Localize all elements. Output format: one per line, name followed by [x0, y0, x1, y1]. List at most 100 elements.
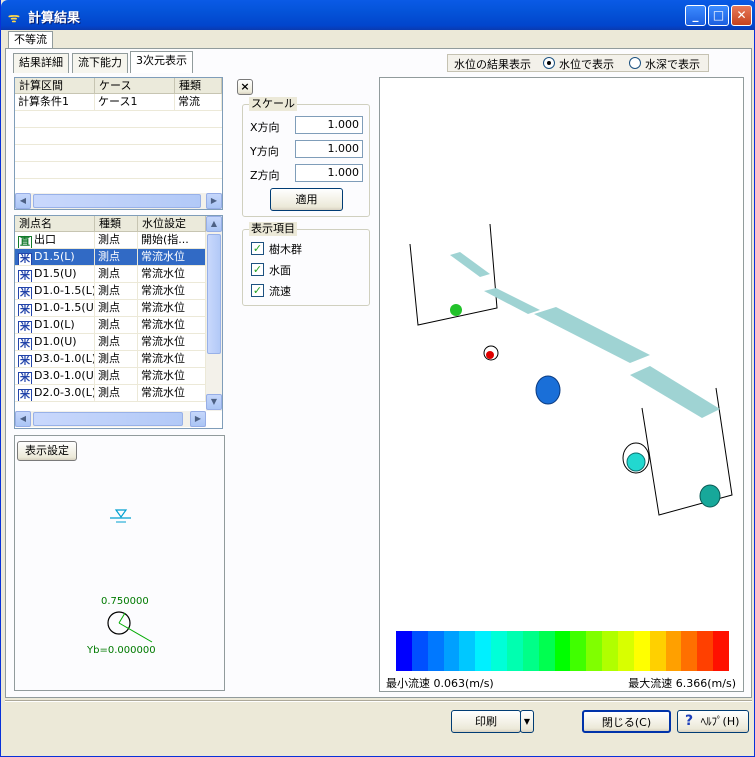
minimize-button[interactable]: _ — [685, 5, 706, 26]
tab-flow-capacity[interactable]: 流下能力 — [72, 53, 128, 73]
point-kind-cell: 測点 — [95, 385, 138, 402]
help-button[interactable]: ? ﾍﾙﾌﾟ(H) — [677, 710, 749, 733]
legend-swatch — [491, 631, 508, 671]
point-name-cell: 直出口 — [15, 232, 95, 249]
y-scale-input[interactable]: 1.000 — [295, 140, 363, 158]
cond-cell-case: ケース1 — [95, 94, 175, 111]
radio-show-by-level[interactable] — [543, 57, 555, 69]
point-name-cell: 米 D1.0-1.5(L) — [15, 283, 95, 300]
apply-button[interactable]: 適用 — [270, 188, 343, 211]
legend-swatch — [459, 631, 476, 671]
water-surface-1 — [450, 252, 490, 277]
diameter-label: 0.750000 — [101, 596, 149, 607]
point-name-label: D1.0-1.5(L) — [34, 284, 95, 297]
cond-cell-section: 計算条件1 — [15, 94, 95, 111]
point-name-cell: 米 D3.0-1.0(U) — [15, 368, 95, 385]
col-header-type[interactable]: 種類 — [175, 78, 222, 94]
radio-show-by-depth[interactable] — [629, 57, 641, 69]
legend-swatch — [649, 631, 666, 671]
legend-swatch — [602, 631, 619, 671]
legend-swatch — [396, 631, 412, 671]
point-setting-cell: 常流水位 — [138, 351, 206, 368]
velocity-color-legend — [396, 631, 730, 671]
point-kind-cell: 測点 — [95, 351, 138, 368]
point-name-cell: 米 D3.0-1.0(L) — [15, 351, 95, 368]
3d-scene[interactable] — [380, 78, 743, 691]
point-name-label: D3.0-1.0(L) — [34, 352, 95, 365]
print-dropdown-icon[interactable]: ▼ — [520, 710, 534, 733]
legend-swatch — [475, 631, 492, 671]
measurement-point-icon: 米 — [18, 372, 32, 384]
maximize-button[interactable]: □ — [708, 5, 729, 26]
water-surface-4 — [630, 366, 720, 418]
display-items-title: 表示項目 — [249, 222, 297, 236]
point-kind-cell: 測点 — [95, 334, 138, 351]
point-name-cell: 米 D1.0(U) — [15, 334, 95, 351]
help-icon: ? — [685, 713, 694, 729]
straight-section-icon: 直 — [18, 236, 32, 248]
scroll-right-icon[interactable]: ▶ — [190, 411, 206, 427]
vertical-scrollbar[interactable]: ▲ ▼ — [206, 216, 222, 411]
point-name-label: D1.5(L) — [34, 250, 75, 263]
label-water-surface: 水面 — [269, 264, 291, 277]
col-header-level-setting[interactable]: 水位設定 — [138, 216, 206, 232]
horizontal-scrollbar[interactable]: ◀ ▶ — [15, 411, 206, 427]
point-kind-cell: 測点 — [95, 249, 138, 266]
close-button[interactable]: 閉じる(C) — [582, 710, 671, 733]
print-button[interactable]: 印刷 — [451, 710, 521, 733]
scroll-left-icon[interactable]: ◀ — [15, 411, 31, 427]
scroll-thumb[interactable] — [207, 234, 221, 354]
point-name-label: D1.5(U) — [34, 267, 77, 280]
y-scale-label: Y方向 — [250, 145, 279, 158]
horizontal-scrollbar[interactable]: ◀ ▶ — [15, 193, 222, 209]
legend-swatch — [586, 631, 603, 671]
velocity-marker-red — [486, 351, 494, 359]
window-title: 計算結果 — [28, 11, 81, 26]
point-name-label: D1.0(U) — [34, 335, 77, 348]
col-header-section[interactable]: 計算区間 — [15, 78, 95, 94]
checkbox-water-surface[interactable]: ✓ — [251, 263, 264, 276]
legend-swatch — [507, 631, 523, 671]
x-scale-label: X方向 — [250, 121, 280, 134]
measurement-point-icon: 米 — [18, 355, 32, 367]
col-header-case[interactable]: ケース — [95, 78, 175, 94]
point-name-cell: 米 D2.0-3.0(L) — [15, 385, 95, 402]
close-settings-button[interactable]: × — [237, 79, 253, 95]
point-name-cell: 米 D1.5(U) — [15, 266, 95, 283]
scroll-thumb[interactable] — [33, 194, 201, 208]
radio-label-depth: 水深で表示 — [645, 58, 700, 71]
scroll-right-icon[interactable]: ▶ — [206, 193, 222, 209]
velocity-marker-cyan — [626, 452, 646, 472]
checkbox-velocity[interactable]: ✓ — [251, 284, 264, 297]
scale-group: スケール X方向 1.000 Y方向 1.000 Z方向 1.000 適用 — [242, 97, 370, 217]
checkbox-tree-group[interactable]: ✓ — [251, 242, 264, 255]
col-header-kind[interactable]: 種類 — [95, 216, 138, 232]
3d-view-canvas[interactable]: 最小流速 0.063(m/s) 最大流速 6.366(m/s) — [379, 77, 744, 692]
point-kind-cell: 測点 — [95, 368, 138, 385]
point-setting-cell: 常流水位 — [138, 249, 206, 266]
scroll-down-icon[interactable]: ▼ — [206, 394, 222, 410]
point-name-label: 出口 — [34, 233, 56, 246]
col-header-point-name[interactable]: 測点名 — [15, 216, 95, 232]
tab-nonuniform-flow[interactable]: 不等流 — [8, 31, 53, 49]
point-name-label: D1.0(L) — [34, 318, 75, 331]
legend-swatch — [443, 631, 460, 671]
legend-swatch — [697, 631, 714, 671]
x-scale-input[interactable]: 1.000 — [295, 116, 363, 134]
water-level-display-label: 水位の結果表示 — [454, 58, 531, 71]
scroll-up-icon[interactable]: ▲ — [206, 216, 222, 232]
tab-result-detail[interactable]: 結果詳細 — [13, 53, 69, 73]
measurement-point-icon: 米 — [18, 253, 32, 265]
tab-3d-view[interactable]: 3次元表示 — [130, 51, 193, 73]
display-items-group: 表示項目 ✓ 樹木群 ✓ 水面 ✓ 流速 — [242, 222, 370, 306]
scroll-thumb[interactable] — [33, 412, 183, 426]
water-surface-3 — [534, 307, 650, 363]
legend-swatch — [538, 631, 555, 671]
yb-label: Yb=0.000000 — [87, 645, 156, 656]
scroll-left-icon[interactable]: ◀ — [15, 193, 31, 209]
point-setting-cell: 常流水位 — [138, 385, 206, 402]
max-velocity-label: 最大流速 6.366(m/s) — [628, 677, 736, 690]
close-window-button[interactable]: ✕ — [731, 5, 752, 26]
measurement-point-icon: 米 — [18, 338, 32, 350]
z-scale-input[interactable]: 1.000 — [295, 164, 363, 182]
